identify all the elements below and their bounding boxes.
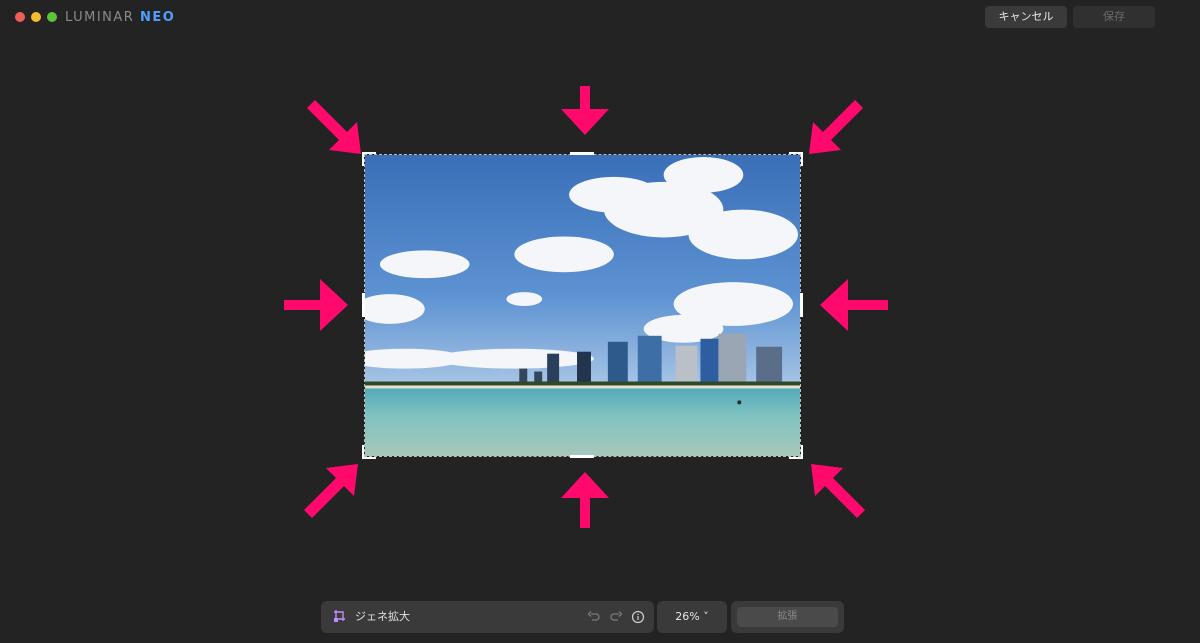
logo-accent: NEO <box>139 10 176 25</box>
undo-icon[interactable] <box>587 610 601 624</box>
arrow-left-icon <box>820 279 888 331</box>
zoom-dropdown[interactable]: 26% ˅ <box>657 601 727 633</box>
image-canvas[interactable] <box>364 154 801 457</box>
crop-handle-left[interactable] <box>362 293 365 317</box>
arrow-down-icon <box>561 86 609 135</box>
arrow-up-left-icon <box>811 464 865 518</box>
save-button[interactable]: 保存 <box>1073 6 1155 28</box>
logo-main: LUMINAR <box>65 10 135 25</box>
cancel-button[interactable]: キャンセル <box>985 6 1067 28</box>
info-icon[interactable] <box>631 610 645 624</box>
zoom-window-button[interactable] <box>47 12 57 22</box>
arrow-up-right-icon <box>304 464 358 518</box>
crop-handle-right[interactable] <box>800 293 803 317</box>
redo-icon[interactable] <box>609 610 623 624</box>
beach-photo <box>365 155 800 456</box>
arrow-right-icon <box>284 279 348 331</box>
expand-button[interactable]: 拡張 <box>737 607 838 627</box>
arrow-down-left-icon <box>809 100 863 154</box>
tool-panel: ジェネ拡大 <box>321 601 654 633</box>
expand-panel: 拡張 <box>731 601 844 633</box>
crop-handle-bottom[interactable] <box>570 455 594 458</box>
app-logo: LUMINAR NEO <box>65 10 175 25</box>
crop-expand-icon <box>334 610 345 622</box>
minimize-window-button[interactable] <box>31 12 41 22</box>
arrow-down-right-icon <box>307 100 361 154</box>
window-controls <box>15 12 57 22</box>
close-window-button[interactable] <box>15 12 25 22</box>
tool-name: ジェネ拡大 <box>355 610 410 623</box>
arrow-up-icon <box>561 472 609 528</box>
